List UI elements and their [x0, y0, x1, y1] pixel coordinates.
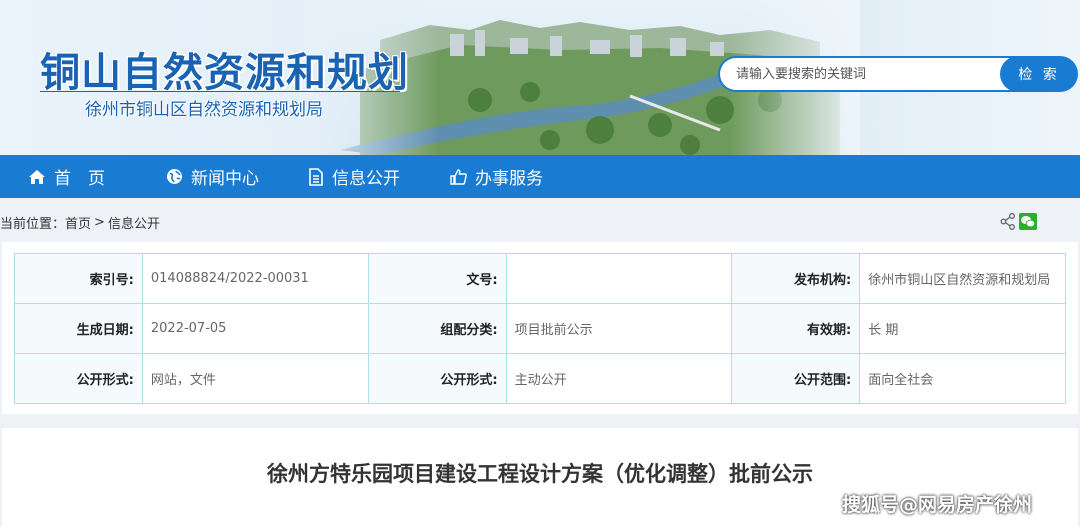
document-number-value: [505, 253, 733, 304]
created-date-label: 生成日期:: [14, 303, 143, 354]
home-icon: [29, 169, 45, 184]
publisher-value: 徐州市铜山区自然资源和规划局: [859, 253, 1066, 304]
main-nav: 首 页 新闻中心 信息公开 办事服务: [0, 155, 1080, 198]
category-value: 项目批前公示: [505, 303, 733, 354]
publisher-label: 发布机构:: [731, 253, 861, 304]
breadcrumb-current[interactable]: 信息公开: [108, 213, 160, 232]
thumbs-up-icon: [450, 169, 467, 185]
search-input[interactable]: [718, 56, 1018, 92]
table-row: 公开形式: 网站，文件 公开形式: 主动公开 公开范围: 面向全社会: [14, 353, 1066, 404]
globe-icon: [167, 169, 182, 184]
title-divider: [40, 91, 400, 92]
disclosure-mode-label: 公开形式:: [367, 353, 507, 404]
nav-item-service[interactable]: 办事服务: [450, 155, 543, 198]
wechat-icon[interactable]: [1019, 213, 1037, 230]
meta-table: 索引号: 014088824/2022-00031 文号: 发布机构: 徐州市铜…: [14, 253, 1066, 404]
disclosure-scope-label: 公开范围:: [731, 353, 861, 404]
nav-item-news[interactable]: 新闻中心: [166, 155, 259, 198]
index-number-label: 索引号:: [14, 253, 143, 304]
disclosure-form-label: 公开形式:: [14, 353, 143, 404]
disclosure-scope-value: 面向全社会: [859, 353, 1066, 404]
nav-item-label: 首 页: [54, 169, 105, 189]
article-title: 徐州方特乐园项目建设工程设计方案（优化调整）批前公示: [267, 462, 813, 486]
breadcrumb: 当前位置： 首页 > 信息公开: [0, 210, 160, 234]
breadcrumb-home[interactable]: 首页: [65, 213, 91, 232]
site-title: 铜山自然资源和规划: [40, 50, 409, 96]
document-icon: [309, 167, 323, 186]
index-number-value: 014088824/2022-00031: [141, 253, 369, 304]
meta-card: 索引号: 014088824/2022-00031 文号: 发布机构: 徐州市铜…: [2, 242, 1078, 414]
search-bar: 检 索: [718, 56, 1078, 92]
nav-item-info[interactable]: 信息公开: [308, 155, 400, 198]
nav-item-label: 新闻中心: [191, 169, 259, 189]
watermark: 搜狐号@网易房产徐州: [842, 494, 1033, 516]
share-icon[interactable]: [1000, 213, 1016, 230]
validity-label: 有效期:: [731, 303, 861, 354]
nav-item-label: 信息公开: [332, 169, 400, 189]
search-button[interactable]: 检 索: [1000, 56, 1078, 92]
breadcrumb-prefix: 当前位置：: [0, 216, 66, 232]
table-row: 生成日期: 2022-07-05 组配分类: 项目批前公示 有效期: 长 期: [14, 303, 1066, 354]
breadcrumb-separator: >: [94, 214, 105, 230]
disclosure-mode-value: 主动公开: [505, 353, 733, 404]
table-row: 索引号: 014088824/2022-00031 文号: 发布机构: 徐州市铜…: [14, 253, 1066, 304]
created-date-value: 2022-07-05: [141, 303, 369, 354]
document-number-label: 文号:: [367, 253, 507, 304]
site-subtitle: 徐州市铜山区自然资源和规划局: [85, 100, 323, 120]
category-label: 组配分类:: [367, 303, 507, 354]
nav-item-label: 办事服务: [475, 169, 543, 189]
disclosure-form-value: 网站，文件: [141, 353, 369, 404]
nav-item-home[interactable]: 首 页: [28, 155, 105, 198]
site-header: 铜山自然资源和规划 徐州市铜山区自然资源和规划局 检 索: [0, 0, 1080, 155]
validity-value: 长 期: [859, 303, 1066, 354]
